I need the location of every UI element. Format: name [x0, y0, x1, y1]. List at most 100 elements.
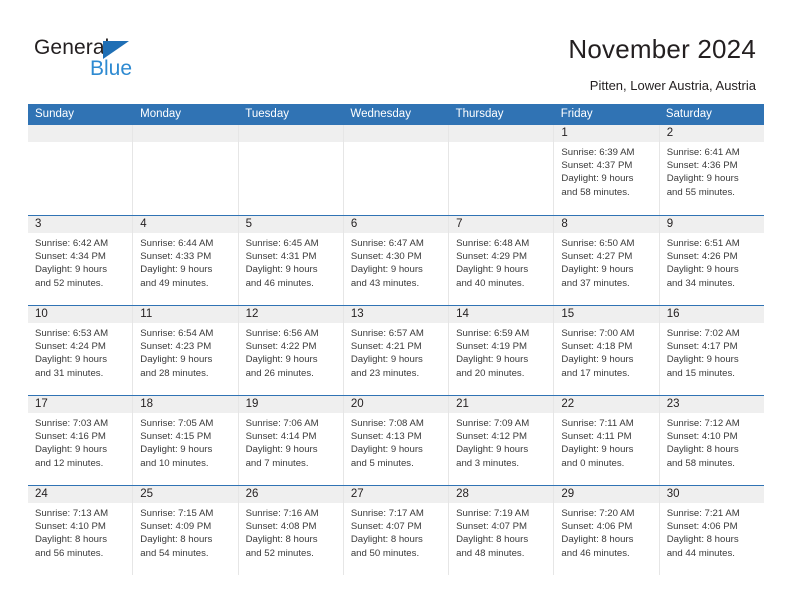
day-sun-info: Sunrise: 6:53 AM Sunset: 4:24 PM Dayligh… — [28, 323, 132, 380]
daylight-text-line1: Daylight: 9 hours — [666, 173, 739, 185]
daylight-text-line2: and 17 minutes. — [561, 367, 630, 379]
day-cell[interactable] — [28, 125, 134, 215]
daylight-text-line1: Daylight: 9 hours — [561, 354, 634, 366]
daylight-text-line1: Daylight: 9 hours — [245, 264, 318, 276]
day-cell[interactable]: 25 Sunrise: 7:15 AM Sunset: 4:09 PM Dayl… — [133, 486, 239, 575]
daylight-text-line2: and 46 minutes. — [245, 277, 314, 289]
sunset-text: Sunset: 4:12 PM — [456, 431, 528, 443]
day-number: 22 — [554, 396, 659, 413]
sunrise-text: Sunrise: 7:17 AM — [350, 508, 424, 519]
day-sun-info: Sunrise: 7:13 AM Sunset: 4:10 PM Dayligh… — [28, 503, 132, 560]
daylight-text-line2: and 26 minutes. — [245, 367, 314, 379]
day-cell[interactable] — [133, 125, 239, 215]
sunrise-text: Sunrise: 7:00 AM — [561, 328, 635, 339]
day-number: 4 — [133, 216, 238, 233]
page-subtitle-location: Pitten, Lower Austria, Austria — [589, 78, 756, 93]
day-sun-info: Sunrise: 7:00 AM Sunset: 4:18 PM Dayligh… — [554, 323, 658, 380]
day-cell[interactable]: 1 Sunrise: 6:39 AM Sunset: 4:37 PM Dayli… — [554, 125, 660, 215]
day-cell[interactable]: 3 Sunrise: 6:42 AM Sunset: 4:34 PM Dayli… — [28, 216, 134, 305]
day-cell[interactable]: 11 Sunrise: 6:54 AM Sunset: 4:23 PM Dayl… — [133, 306, 239, 395]
sunset-text: Sunset: 4:16 PM — [35, 431, 106, 443]
day-cell[interactable]: 2 Sunrise: 6:41 AM Sunset: 4:36 PM Dayli… — [659, 125, 764, 215]
day-sun-info: Sunrise: 7:06 AM Sunset: 4:14 PM Dayligh… — [239, 413, 343, 470]
general-blue-logo[interactable]: General Blue — [34, 36, 164, 84]
day-cell[interactable]: 17 Sunrise: 7:03 AM Sunset: 4:16 PM Dayl… — [28, 396, 134, 485]
sunrise-text: Sunrise: 7:21 AM — [666, 508, 740, 519]
day-cell[interactable]: 10 Sunrise: 6:53 AM Sunset: 4:24 PM Dayl… — [28, 306, 134, 395]
daylight-text-line2: and 40 minutes. — [456, 277, 525, 289]
sunrise-text: Sunrise: 6:59 AM — [456, 328, 530, 339]
sunrise-text: Sunrise: 7:16 AM — [245, 508, 319, 519]
day-cell[interactable]: 9 Sunrise: 6:51 AM Sunset: 4:26 PM Dayli… — [659, 216, 764, 305]
day-cell[interactable] — [449, 125, 555, 215]
day-cell[interactable]: 14 Sunrise: 6:59 AM Sunset: 4:19 PM Dayl… — [449, 306, 555, 395]
day-sun-info: Sunrise: 6:54 AM Sunset: 4:23 PM Dayligh… — [133, 323, 237, 380]
sunrise-text: Sunrise: 7:20 AM — [561, 508, 635, 519]
day-sun-info: Sunrise: 7:02 AM Sunset: 4:17 PM Dayligh… — [660, 323, 764, 380]
day-cell[interactable]: 22 Sunrise: 7:11 AM Sunset: 4:11 PM Dayl… — [554, 396, 660, 485]
daylight-text-line2: and 0 minutes. — [561, 457, 625, 469]
day-cell[interactable]: 30 Sunrise: 7:21 AM Sunset: 4:06 PM Dayl… — [659, 486, 764, 575]
daylight-text-line1: Daylight: 9 hours — [350, 354, 423, 366]
day-cell[interactable] — [343, 125, 450, 215]
daylight-text-line2: and 52 minutes. — [245, 547, 314, 559]
day-cell[interactable]: 19 Sunrise: 7:06 AM Sunset: 4:14 PM Dayl… — [238, 396, 344, 485]
day-cell[interactable]: 16 Sunrise: 7:02 AM Sunset: 4:17 PM Dayl… — [659, 306, 764, 395]
day-cell[interactable] — [238, 125, 344, 215]
daylight-text-line2: and 55 minutes. — [666, 186, 735, 198]
day-cell[interactable]: 6 Sunrise: 6:47 AM Sunset: 4:30 PM Dayli… — [343, 216, 450, 305]
daylight-text-line1: Daylight: 8 hours — [561, 534, 634, 546]
sunrise-text: Sunrise: 7:11 AM — [561, 418, 634, 429]
sunrise-text: Sunrise: 7:08 AM — [350, 418, 424, 429]
sunset-text: Sunset: 4:37 PM — [561, 160, 633, 172]
weekday-header-saturday: Saturday — [665, 108, 712, 120]
daylight-text-line2: and 50 minutes. — [350, 547, 420, 559]
daylight-text-line2: and 43 minutes. — [350, 277, 420, 289]
daylight-text-line1: Daylight: 9 hours — [456, 354, 529, 366]
sunset-text: Sunset: 4:18 PM — [561, 341, 633, 353]
sunset-text: Sunset: 4:29 PM — [456, 251, 528, 263]
day-cell[interactable]: 24 Sunrise: 7:13 AM Sunset: 4:10 PM Dayl… — [28, 486, 134, 575]
calendar-week-row: 10 Sunrise: 6:53 AM Sunset: 4:24 PM Dayl… — [28, 305, 764, 395]
weekday-header-monday: Monday — [140, 108, 182, 120]
day-cell[interactable]: 20 Sunrise: 7:08 AM Sunset: 4:13 PM Dayl… — [343, 396, 450, 485]
sunset-text: Sunset: 4:09 PM — [140, 521, 212, 533]
day-sun-info: Sunrise: 7:05 AM Sunset: 4:15 PM Dayligh… — [133, 413, 237, 470]
day-cell[interactable]: 21 Sunrise: 7:09 AM Sunset: 4:12 PM Dayl… — [449, 396, 555, 485]
day-cell[interactable]: 4 Sunrise: 6:44 AM Sunset: 4:33 PM Dayli… — [133, 216, 239, 305]
day-cell[interactable]: 12 Sunrise: 6:56 AM Sunset: 4:22 PM Dayl… — [238, 306, 344, 395]
sunrise-text: Sunrise: 7:12 AM — [666, 418, 740, 429]
day-cell[interactable]: 28 Sunrise: 7:19 AM Sunset: 4:07 PM Dayl… — [449, 486, 555, 575]
day-cell[interactable]: 8 Sunrise: 6:50 AM Sunset: 4:27 PM Dayli… — [554, 216, 660, 305]
daylight-text-line1: Daylight: 9 hours — [245, 444, 318, 456]
daylight-text-line1: Daylight: 9 hours — [666, 264, 739, 276]
day-number: 1 — [554, 125, 659, 142]
day-number: 9 — [659, 216, 764, 233]
day-sun-info: Sunrise: 6:47 AM Sunset: 4:30 PM Dayligh… — [344, 233, 448, 290]
day-cell[interactable]: 23 Sunrise: 7:12 AM Sunset: 4:10 PM Dayl… — [659, 396, 764, 485]
daylight-text-line1: Daylight: 8 hours — [245, 534, 318, 546]
day-number: 17 — [28, 396, 133, 413]
daylight-text-line1: Daylight: 9 hours — [245, 354, 318, 366]
sunset-text: Sunset: 4:36 PM — [666, 160, 738, 172]
sunset-text: Sunset: 4:23 PM — [140, 341, 212, 353]
day-cell[interactable]: 13 Sunrise: 6:57 AM Sunset: 4:21 PM Dayl… — [343, 306, 450, 395]
day-cell[interactable]: 7 Sunrise: 6:48 AM Sunset: 4:29 PM Dayli… — [449, 216, 555, 305]
day-cell[interactable]: 27 Sunrise: 7:17 AM Sunset: 4:07 PM Dayl… — [343, 486, 450, 575]
sunrise-text: Sunrise: 7:19 AM — [456, 508, 530, 519]
day-cell[interactable]: 15 Sunrise: 7:00 AM Sunset: 4:18 PM Dayl… — [554, 306, 660, 395]
day-sun-info: Sunrise: 6:45 AM Sunset: 4:31 PM Dayligh… — [239, 233, 343, 290]
daylight-text-line1: Daylight: 9 hours — [666, 354, 739, 366]
day-cell[interactable]: 18 Sunrise: 7:05 AM Sunset: 4:15 PM Dayl… — [133, 396, 239, 485]
daylight-text-line1: Daylight: 9 hours — [35, 264, 107, 276]
day-sun-info: Sunrise: 6:57 AM Sunset: 4:21 PM Dayligh… — [344, 323, 448, 380]
day-sun-info: Sunrise: 6:59 AM Sunset: 4:19 PM Dayligh… — [449, 323, 553, 380]
day-cell[interactable]: 29 Sunrise: 7:20 AM Sunset: 4:06 PM Dayl… — [554, 486, 660, 575]
day-sun-info: Sunrise: 7:11 AM Sunset: 4:11 PM Dayligh… — [554, 413, 658, 470]
sunrise-text: Sunrise: 6:53 AM — [35, 328, 109, 339]
day-cell[interactable]: 5 Sunrise: 6:45 AM Sunset: 4:31 PM Dayli… — [238, 216, 344, 305]
day-number: 15 — [554, 306, 659, 323]
day-sun-info: Sunrise: 6:41 AM Sunset: 4:36 PM Dayligh… — [660, 142, 764, 199]
day-cell[interactable]: 26 Sunrise: 7:16 AM Sunset: 4:08 PM Dayl… — [238, 486, 344, 575]
sunset-text: Sunset: 4:19 PM — [456, 341, 528, 353]
